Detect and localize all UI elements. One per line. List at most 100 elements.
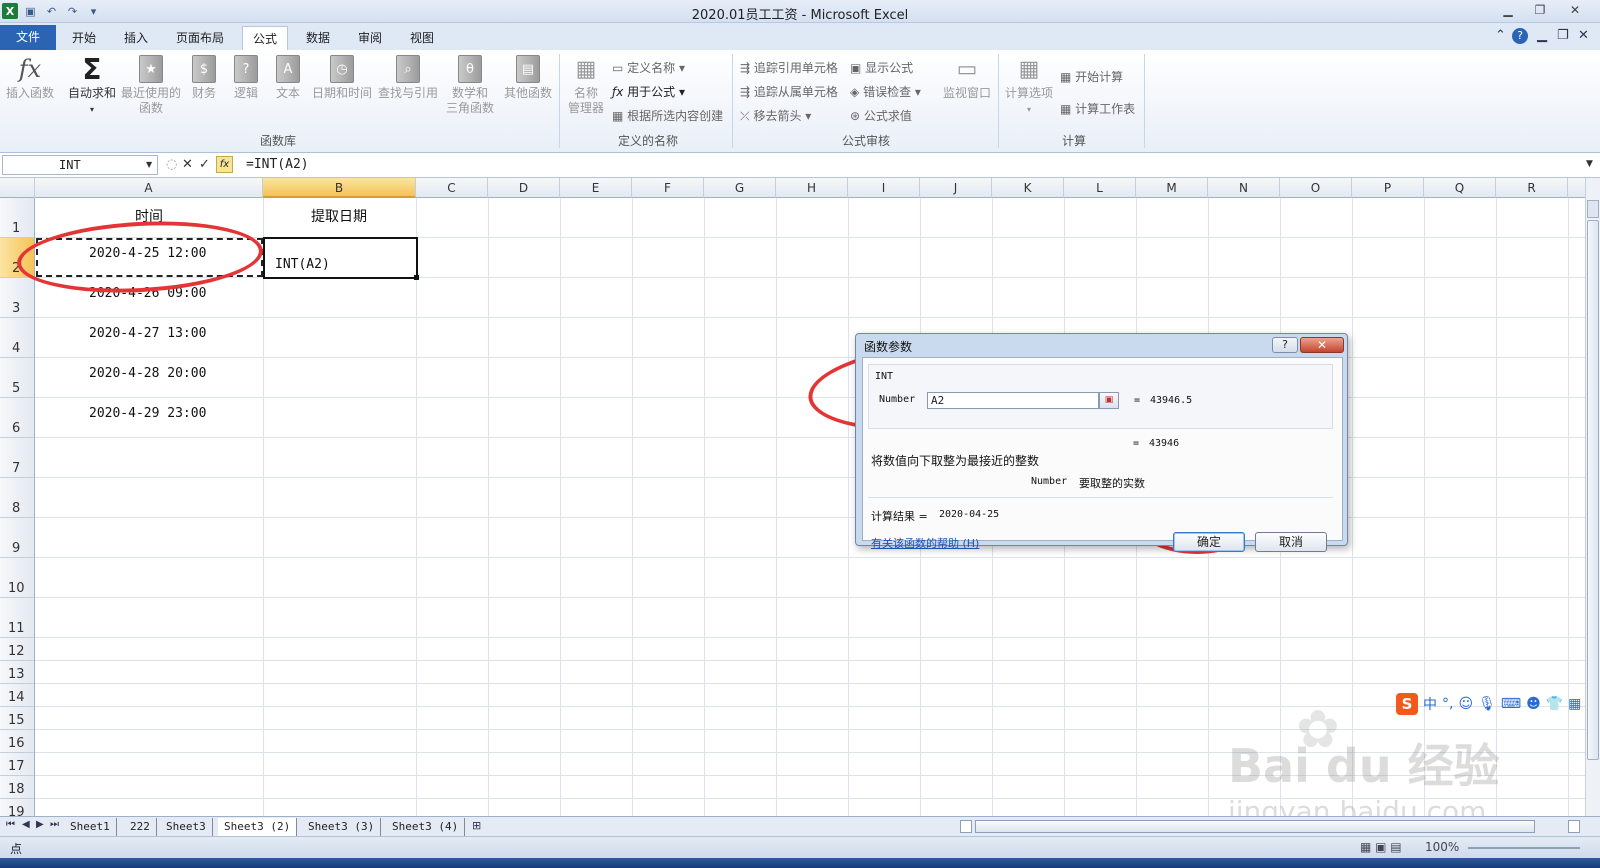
autosum-button[interactable]: Σ 自动求和 ▾ bbox=[66, 54, 118, 117]
fill-handle[interactable] bbox=[414, 275, 419, 280]
confirm-entry-icon[interactable]: ✓ bbox=[199, 157, 210, 172]
logical-button[interactable]: ? 逻辑 bbox=[228, 54, 264, 101]
workbook-restore-icon[interactable]: ❐ bbox=[1557, 28, 1569, 43]
scrollbar-thumb[interactable] bbox=[1587, 220, 1599, 760]
row-header[interactable]: 8 bbox=[0, 478, 34, 518]
column-header-h[interactable]: H bbox=[776, 178, 848, 198]
recent-functions-button[interactable]: ★ 最近使用的 函数 bbox=[120, 54, 182, 116]
new-sheet-icon[interactable]: ⊞ bbox=[472, 819, 481, 832]
insert-function-icon[interactable]: fx bbox=[216, 156, 233, 173]
row-header[interactable]: 10 bbox=[0, 558, 34, 598]
function-help-link[interactable]: 有关该函数的帮助 (H) bbox=[871, 535, 979, 551]
column-header-i[interactable]: I bbox=[848, 178, 920, 198]
calc-options-button[interactable]: ▦ 计算选项 ▾ bbox=[1004, 54, 1054, 117]
datetime-button[interactable]: ◷ 日期和时间 bbox=[310, 54, 374, 101]
column-header-b[interactable]: B bbox=[263, 178, 416, 198]
row-header[interactable]: 13 bbox=[0, 661, 34, 684]
row-header[interactable]: 6 bbox=[0, 398, 34, 438]
column-header-r[interactable]: R bbox=[1496, 178, 1568, 198]
punctuation-icon[interactable]: °, bbox=[1442, 696, 1453, 712]
column-header-j[interactable]: J bbox=[920, 178, 992, 198]
cancel-entry-icon[interactable]: ✕ bbox=[182, 157, 193, 172]
view-buttons-icon[interactable]: ▦ ▣ ▤ bbox=[1360, 840, 1402, 854]
hscroll-left-arrow-icon[interactable] bbox=[960, 820, 972, 833]
skin-icon[interactable]: 👕 bbox=[1546, 696, 1563, 712]
row-header[interactable]: 18 bbox=[0, 776, 34, 799]
row-header[interactable]: 11 bbox=[0, 598, 34, 638]
keyboard-icon[interactable]: ⌨ bbox=[1501, 696, 1521, 712]
tab-data[interactable]: 数据 bbox=[296, 26, 340, 50]
column-header-f[interactable]: F bbox=[632, 178, 704, 198]
more-functions-button[interactable]: ▤ 其他函数 bbox=[502, 54, 554, 101]
sheet-tab[interactable]: 222 bbox=[124, 818, 157, 836]
tab-view[interactable]: 视图 bbox=[400, 26, 444, 50]
last-sheet-icon[interactable]: ⏭ bbox=[50, 819, 59, 830]
cell-a5[interactable]: 2020-4-28 20:00 bbox=[89, 366, 206, 381]
row-header[interactable]: 12 bbox=[0, 638, 34, 661]
toolbox-icon[interactable]: ▦ bbox=[1568, 696, 1581, 712]
cell-b1[interactable]: 提取日期 bbox=[311, 206, 367, 226]
zoom-level[interactable]: 100% bbox=[1425, 840, 1459, 854]
hscroll-right-arrow-icon[interactable] bbox=[1568, 820, 1580, 833]
remove-arrows-button[interactable]: ⤫ 移去箭头 ▾ bbox=[740, 107, 811, 124]
math-trig-button[interactable]: θ 数学和 三角函数 bbox=[442, 54, 498, 116]
select-all-corner[interactable] bbox=[0, 178, 35, 198]
row-header[interactable]: 5 bbox=[0, 358, 34, 398]
tab-formulas[interactable]: 公式 bbox=[242, 26, 289, 51]
formula-input[interactable]: =INT(A2) bbox=[238, 155, 1584, 175]
scroll-up-arrow-icon[interactable] bbox=[1587, 200, 1599, 218]
prev-sheet-icon[interactable]: ◀ bbox=[22, 819, 30, 830]
workbook-close-icon[interactable]: ✕ bbox=[1578, 28, 1589, 43]
minimize-icon[interactable]: ▁ bbox=[1493, 0, 1523, 20]
column-header-n[interactable]: N bbox=[1208, 178, 1280, 198]
row-header[interactable]: 15 bbox=[0, 707, 34, 730]
sheet-tab[interactable]: Sheet3 (4) bbox=[386, 818, 466, 836]
tab-insert[interactable]: 插入 bbox=[114, 26, 158, 50]
column-header-m[interactable]: M bbox=[1136, 178, 1208, 198]
first-sheet-icon[interactable]: ⏮ bbox=[6, 819, 15, 830]
next-sheet-icon[interactable]: ▶ bbox=[36, 819, 44, 830]
column-header-l[interactable]: L bbox=[1064, 178, 1136, 198]
sheet-tab[interactable]: Sheet3 bbox=[160, 818, 213, 836]
tab-page-layout[interactable]: 页面布局 bbox=[166, 26, 234, 50]
row-header[interactable]: 7 bbox=[0, 438, 34, 478]
ok-button[interactable]: 确定 bbox=[1173, 532, 1245, 552]
help-icon[interactable]: ? bbox=[1512, 28, 1528, 44]
emoji-icon[interactable]: ☺ bbox=[1458, 696, 1473, 712]
microphone-icon[interactable]: 🎙 bbox=[1478, 696, 1496, 712]
row-header[interactable]: 16 bbox=[0, 730, 34, 753]
user-icon[interactable]: ☻ bbox=[1526, 696, 1541, 712]
create-from-selection-button[interactable]: ▦ 根据所选内容创建 bbox=[612, 107, 723, 124]
trace-precedents-button[interactable]: ⇶ 追踪引用单元格 bbox=[740, 59, 838, 76]
tab-file[interactable]: 文件 bbox=[0, 25, 56, 50]
collapse-dialog-icon[interactable]: ▣ bbox=[1099, 392, 1119, 409]
zoom-slider[interactable] bbox=[1468, 847, 1580, 849]
column-header-o[interactable]: O bbox=[1280, 178, 1352, 198]
cell-a4[interactable]: 2020-4-27 13:00 bbox=[89, 326, 206, 341]
lookup-button[interactable]: ⌕ 查找与引用 bbox=[376, 54, 440, 101]
insert-function-button[interactable]: fx 插入函数 bbox=[4, 54, 56, 101]
dialog-close-button[interactable]: ✕ bbox=[1300, 337, 1344, 353]
error-check-button[interactable]: ◈ 错误检查 ▾ bbox=[850, 83, 921, 100]
dialog-help-button[interactable]: ? bbox=[1272, 337, 1298, 353]
column-header-a[interactable]: A bbox=[35, 178, 263, 198]
cancel-button[interactable]: 取消 bbox=[1255, 532, 1327, 552]
workbook-minimize-icon[interactable]: ▁ bbox=[1537, 28, 1547, 43]
sheet-tab[interactable]: Sheet1 bbox=[64, 818, 117, 836]
expand-formula-icon[interactable]: ▼ bbox=[1586, 159, 1593, 169]
sogou-logo-icon[interactable]: S bbox=[1396, 693, 1418, 715]
column-header-c[interactable]: C bbox=[416, 178, 488, 198]
vertical-scrollbar[interactable] bbox=[1585, 178, 1600, 818]
column-header-k[interactable]: K bbox=[992, 178, 1064, 198]
restore-icon[interactable]: ❐ bbox=[1525, 0, 1555, 20]
sheet-tab[interactable]: Sheet3 (3) bbox=[302, 818, 382, 836]
column-header-p[interactable]: P bbox=[1352, 178, 1424, 198]
ime-chinese-mode[interactable]: 中 bbox=[1423, 694, 1437, 714]
tab-review[interactable]: 审阅 bbox=[348, 26, 392, 50]
row-header[interactable]: 1 bbox=[0, 198, 34, 238]
tab-home[interactable]: 开始 bbox=[62, 26, 106, 50]
calculate-now-button[interactable]: ▦ 开始计算 bbox=[1060, 68, 1123, 85]
trace-dependents-button[interactable]: ⇶ 追踪从属单元格 bbox=[740, 83, 838, 100]
use-in-formula-button[interactable]: ƒx 用于公式 ▾ bbox=[612, 83, 685, 100]
sheet-tab-active[interactable]: Sheet3 (2) bbox=[218, 818, 298, 836]
